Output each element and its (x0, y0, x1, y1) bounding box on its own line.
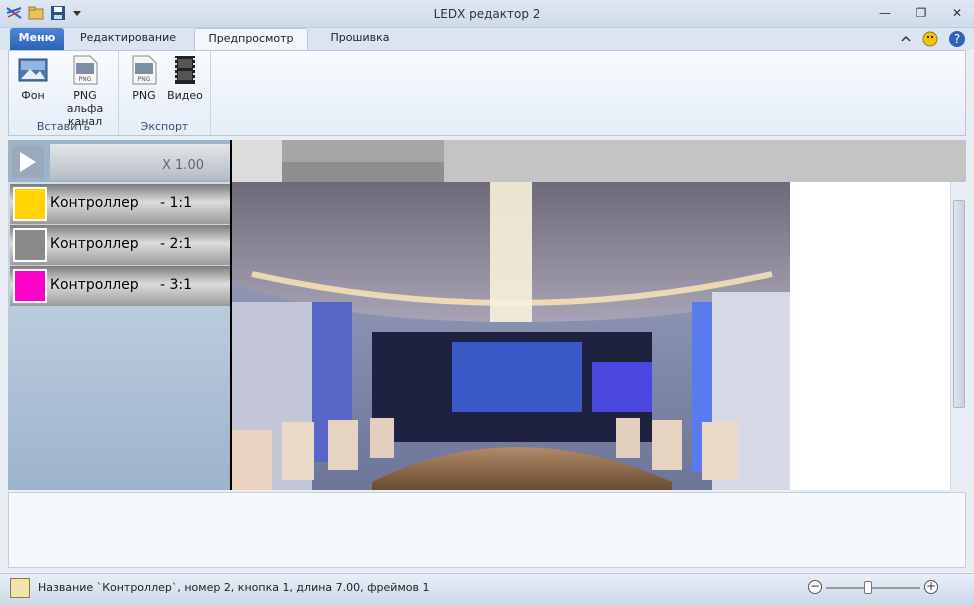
tab-bar-right-controls: ? (900, 30, 966, 51)
play-icon (20, 152, 36, 172)
timeline-segment-highlight (282, 140, 444, 162)
tab-preview[interactable]: Предпросмотр (194, 28, 308, 50)
controller-index: - 1:1 (160, 195, 193, 211)
zoom-slider-track[interactable] (826, 587, 920, 589)
maximize-button[interactable]: ❐ (914, 6, 928, 20)
status-text: Название `Контроллер`, номер 2, кнопка 1… (38, 581, 430, 594)
zoom-control: − + (806, 578, 940, 598)
controller-index: - 2:1 (160, 236, 193, 252)
tab-firmware[interactable]: Прошивка (312, 28, 408, 50)
timeline-segment[interactable] (232, 140, 282, 182)
title-bar: LEDX редактор 2 — ❐ ✕ (0, 0, 974, 28)
zoom-in-button[interactable]: + (924, 580, 938, 594)
status-bar: Название `Контроллер`, номер 2, кнопка 1… (0, 573, 974, 605)
controller-name: Контроллер (50, 195, 139, 211)
ribbon-tabs: Меню Редактирование Предпросмотр Прошивк… (0, 28, 974, 50)
video-film-icon (170, 55, 200, 85)
background-button[interactable]: Фон (15, 55, 51, 102)
properties-panel (8, 492, 966, 568)
workspace: X 1.00 Контроллер - 1:1 Контроллер - 2:1… (8, 140, 966, 490)
collapse-ribbon-icon[interactable] (900, 33, 912, 48)
export-png-button-label: PNG (132, 89, 156, 102)
svg-text:PNG: PNG (138, 76, 151, 83)
controller-index: - 3:1 (160, 277, 193, 293)
zoom-slider-thumb[interactable] (864, 581, 872, 594)
controller-list: Контроллер - 1:1 Контроллер - 2:1 Контро… (8, 182, 230, 490)
window-controls: — ❐ ✕ (878, 6, 964, 20)
player-controls: X 1.00 (8, 140, 230, 182)
speed-label: X 1.00 (162, 158, 204, 173)
export-video-button-label: Видео (167, 89, 203, 102)
timeline[interactable] (230, 140, 966, 182)
speed-slider[interactable]: X 1.00 (50, 144, 230, 180)
ribbon-panel: Фон PNG PNG альфа канал Вставить PNG PNG… (8, 50, 966, 136)
png-alpha-icon: PNG (70, 55, 100, 85)
window-title: LEDX редактор 2 (433, 7, 541, 21)
svg-text:?: ? (954, 32, 960, 46)
controller-item-2[interactable]: Контроллер - 2:1 (10, 225, 230, 265)
background-image-icon (18, 55, 48, 85)
svg-text:PNG: PNG (79, 76, 92, 83)
export-group-label: Экспорт (140, 120, 189, 133)
controller-color-swatch (13, 228, 47, 262)
controller-name: Контроллер (50, 277, 139, 293)
ribbon-group-export: PNG PNG Видео Экспорт (119, 51, 211, 135)
close-button[interactable]: ✕ (950, 6, 964, 20)
png-file-icon: PNG (129, 55, 159, 85)
controller-color-swatch (13, 187, 47, 221)
scroll-thumb[interactable] (953, 200, 965, 408)
vertical-scrollbar[interactable] (950, 182, 966, 490)
controller-item-3[interactable]: Контроллер - 3:1 (10, 266, 230, 306)
background-button-label: Фон (21, 89, 45, 102)
tab-editing[interactable]: Редактирование (72, 28, 184, 50)
ribbon-group-insert: Фон PNG PNG альфа канал Вставить (9, 51, 119, 135)
minimize-button[interactable]: — (878, 6, 892, 20)
controller-name: Контроллер (50, 236, 139, 252)
export-video-button[interactable]: Видео (165, 55, 205, 102)
controller-item-1[interactable]: Контроллер - 1:1 (10, 184, 230, 224)
style-smiley-icon[interactable] (922, 31, 938, 50)
play-button[interactable] (12, 146, 44, 178)
controller-color-swatch (13, 269, 47, 303)
tab-menu[interactable]: Меню (10, 28, 64, 50)
background-photo (232, 182, 790, 490)
help-icon[interactable]: ? (948, 30, 966, 51)
preview-canvas[interactable] (230, 182, 950, 490)
export-png-button[interactable]: PNG PNG (125, 55, 163, 102)
status-device-icon (10, 578, 30, 598)
insert-group-label: Вставить (36, 120, 91, 133)
png-alpha-button[interactable]: PNG PNG альфа канал (55, 55, 115, 128)
zoom-out-button[interactable]: − (808, 580, 822, 594)
